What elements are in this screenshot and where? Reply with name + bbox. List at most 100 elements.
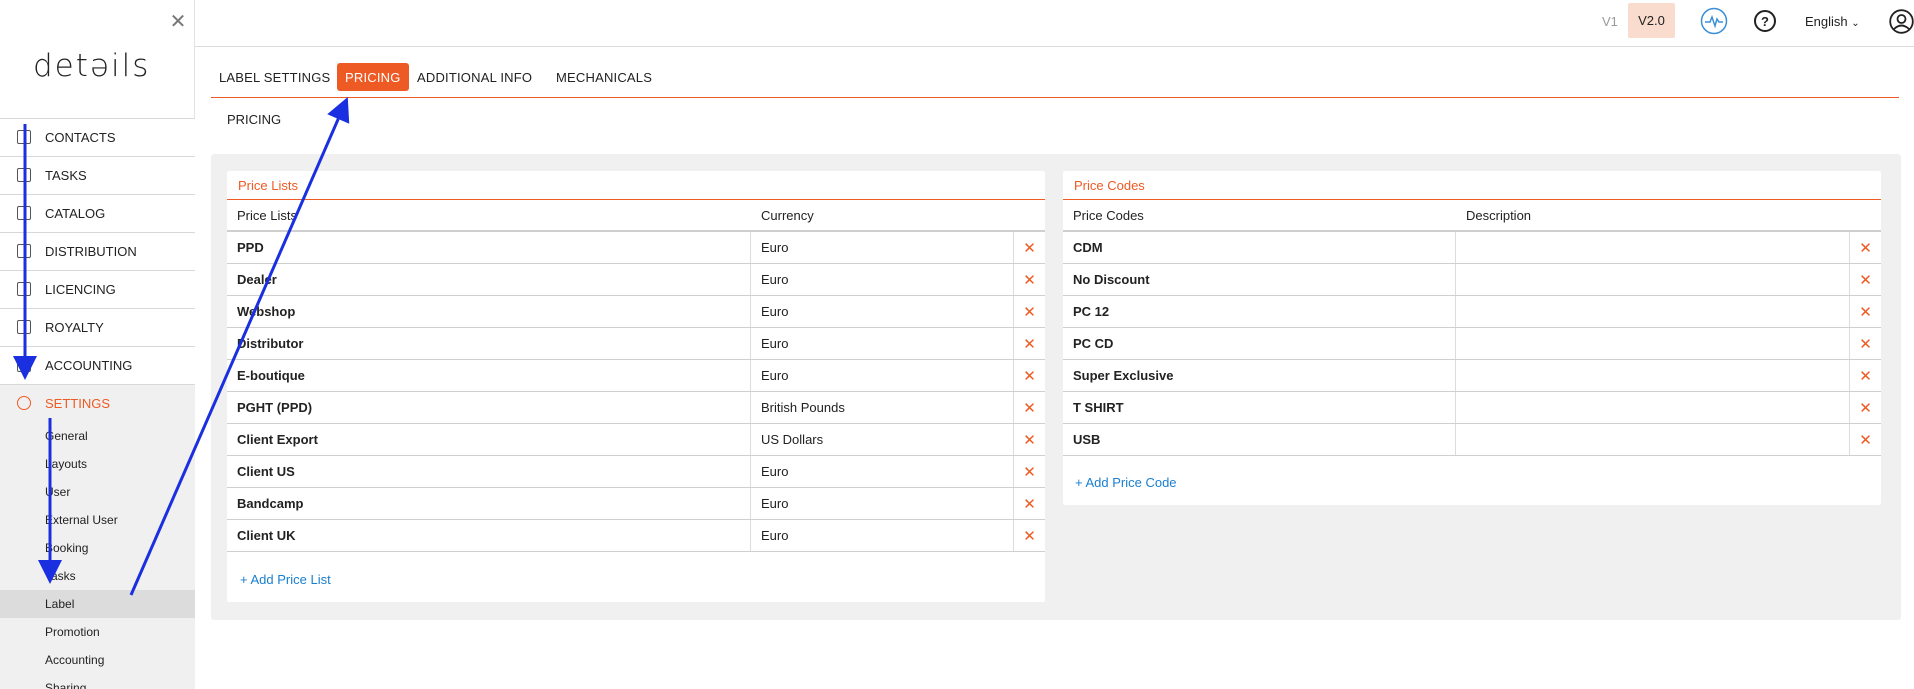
price-list-currency: Euro: [751, 264, 1014, 295]
table-row[interactable]: Client Export US Dollars ✕: [227, 424, 1045, 456]
tab-pricing[interactable]: PRICING: [337, 63, 409, 91]
table-row[interactable]: Client UK Euro ✕: [227, 520, 1045, 552]
table-row[interactable]: No Discount ✕: [1063, 264, 1881, 296]
table-row[interactable]: Distributor Euro ✕: [227, 328, 1045, 360]
table-row[interactable]: Client US Euro ✕: [227, 456, 1045, 488]
price-code-name: T SHIRT: [1063, 392, 1456, 423]
delete-icon[interactable]: ✕: [1850, 232, 1881, 263]
table-row[interactable]: PC CD ✕: [1063, 328, 1881, 360]
delete-icon[interactable]: ✕: [1850, 392, 1881, 423]
tab-additional-info[interactable]: ADDITIONAL INFO: [409, 63, 540, 91]
price-list-name: Client UK: [227, 520, 751, 551]
delete-icon[interactable]: ✕: [1850, 424, 1881, 455]
submenu-item-layouts[interactable]: Layouts: [0, 450, 195, 478]
table-row[interactable]: Bandcamp Euro ✕: [227, 488, 1045, 520]
delete-icon[interactable]: ✕: [1014, 456, 1045, 487]
table-row[interactable]: PC 12 ✕: [1063, 296, 1881, 328]
price-list-currency: US Dollars: [751, 424, 1014, 455]
sidebar-item-tasks[interactable]: TASKS: [0, 156, 195, 194]
sidebar-item-licencing[interactable]: LICENCING: [0, 270, 195, 308]
tab-label-settings[interactable]: LABEL SETTINGS: [211, 63, 338, 91]
sidebar-item-distribution[interactable]: DISTRIBUTION: [0, 232, 195, 270]
language-select[interactable]: English ⌄: [1805, 14, 1860, 29]
settings-submenu: General Layouts User External User Booki…: [0, 422, 195, 689]
submenu-item-promotion[interactable]: Promotion: [0, 618, 195, 646]
price-list-currency: Euro: [751, 296, 1014, 327]
delete-icon[interactable]: ✕: [1014, 296, 1045, 327]
table-row[interactable]: PPD Euro ✕: [227, 232, 1045, 264]
table-row[interactable]: Dealer Euro ✕: [227, 264, 1045, 296]
table-row[interactable]: PGHT (PPD) British Pounds ✕: [227, 392, 1045, 424]
delete-icon[interactable]: ✕: [1850, 328, 1881, 359]
version-v2-button[interactable]: V2.0: [1628, 3, 1675, 38]
price-code-description: [1456, 296, 1850, 327]
delete-icon[interactable]: ✕: [1014, 392, 1045, 423]
sidebar-item-catalog[interactable]: CATALOG: [0, 194, 195, 232]
price-list-name: PGHT (PPD): [227, 392, 751, 423]
top-bar: V1 V2.0 ? English ⌄: [195, 0, 1914, 47]
delete-icon[interactable]: ✕: [1014, 488, 1045, 519]
price-list-name: Client US: [227, 456, 751, 487]
price-list-name: Dealer: [227, 264, 751, 295]
activity-pulse-icon[interactable]: [1700, 7, 1728, 35]
add-price-list-link[interactable]: + Add Price List: [240, 572, 331, 587]
user-avatar-icon[interactable]: [1889, 9, 1914, 34]
price-list-currency: Euro: [751, 328, 1014, 359]
chevron-down-icon: ⌄: [1851, 18, 1860, 29]
table-row[interactable]: CDM ✕: [1063, 232, 1881, 264]
delete-icon[interactable]: ✕: [1014, 328, 1045, 359]
price-list-name: Distributor: [227, 328, 751, 359]
delete-icon[interactable]: ✕: [1014, 232, 1045, 263]
delete-icon[interactable]: ✕: [1850, 296, 1881, 327]
price-codes-card: Price Codes Price Codes Description CDM ✕…: [1063, 171, 1881, 505]
delete-icon[interactable]: ✕: [1850, 360, 1881, 391]
price-code-description: [1456, 424, 1850, 455]
price-codes-header: Price Codes Description: [1063, 200, 1881, 232]
submenu-item-general[interactable]: General: [0, 422, 195, 450]
licence-icon: [17, 282, 31, 296]
price-list-name: Bandcamp: [227, 488, 751, 519]
price-code-name: USB: [1063, 424, 1456, 455]
submenu-item-user[interactable]: User: [0, 478, 195, 506]
submenu-item-booking[interactable]: Booking: [0, 534, 195, 562]
table-row[interactable]: T SHIRT ✕: [1063, 392, 1881, 424]
column-header-price-codes: Price Codes: [1073, 207, 1144, 223]
sidebar-item-accounting[interactable]: ACCOUNTING: [0, 346, 195, 384]
price-list-name: Webshop: [227, 296, 751, 327]
submenu-item-tasks[interactable]: Tasks: [0, 562, 195, 590]
version-v1-link[interactable]: V1: [1602, 14, 1618, 29]
column-header-currency: Currency: [761, 207, 814, 223]
price-code-name: PC 12: [1063, 296, 1456, 327]
tab-mechanicals[interactable]: MECHANICALS: [548, 63, 660, 91]
help-icon[interactable]: ?: [1754, 10, 1776, 32]
price-list-name: PPD: [227, 232, 751, 263]
sidebar-item-royalty[interactable]: ROYALTY: [0, 308, 195, 346]
table-row[interactable]: Webshop Euro ✕: [227, 296, 1045, 328]
submenu-item-external-user[interactable]: External User: [0, 506, 195, 534]
section-heading: PRICING: [227, 112, 282, 127]
close-icon[interactable]: ✕: [168, 12, 188, 32]
price-code-description: [1456, 328, 1850, 359]
sidebar-item-contacts[interactable]: CONTACTS: [0, 118, 195, 156]
sidebar-item-settings[interactable]: SETTINGS: [0, 384, 195, 422]
settings-tabs: LABEL SETTINGS PRICING ADDITIONAL INFO M…: [211, 63, 1899, 98]
delete-icon[interactable]: ✕: [1850, 264, 1881, 295]
price-list-currency: Euro: [751, 456, 1014, 487]
price-code-name: No Discount: [1063, 264, 1456, 295]
delete-icon[interactable]: ✕: [1014, 424, 1045, 455]
gear-icon: [17, 396, 31, 410]
price-list-name: Client Export: [227, 424, 751, 455]
table-row[interactable]: E-boutique Euro ✕: [227, 360, 1045, 392]
add-price-code-link[interactable]: + Add Price Code: [1075, 475, 1177, 490]
table-row[interactable]: USB ✕: [1063, 424, 1881, 456]
delete-icon[interactable]: ✕: [1014, 520, 1045, 551]
price-lists-header: Price Lists Currency: [227, 200, 1045, 232]
delete-icon[interactable]: ✕: [1014, 360, 1045, 391]
table-row[interactable]: Super Exclusive ✕: [1063, 360, 1881, 392]
submenu-item-sharing[interactable]: Sharing: [0, 674, 195, 689]
submenu-item-label[interactable]: Label: [0, 590, 195, 618]
column-header-description: Description: [1466, 207, 1532, 223]
sidebar: ✕ detǝils CONTACTS TASKS CATALOG DISTRIB…: [0, 0, 195, 689]
delete-icon[interactable]: ✕: [1014, 264, 1045, 295]
submenu-item-accounting[interactable]: Accounting: [0, 646, 195, 674]
